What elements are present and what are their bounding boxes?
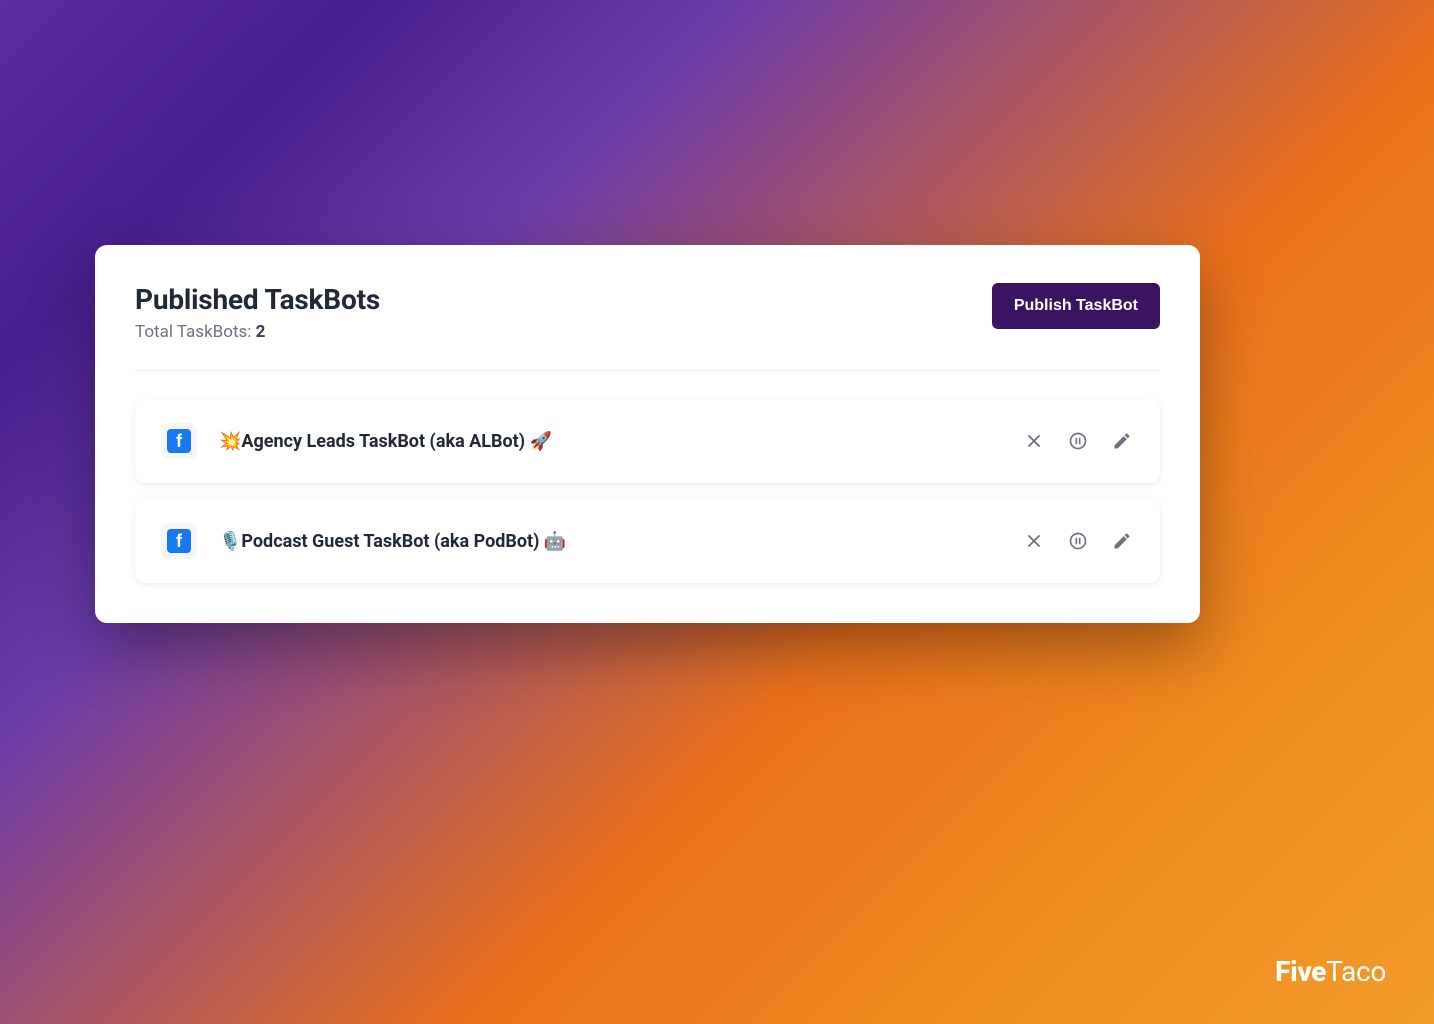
facebook-icon: f bbox=[161, 523, 197, 559]
publish-taskbot-button[interactable]: Publish TaskBot bbox=[992, 283, 1160, 329]
close-icon[interactable] bbox=[1022, 529, 1046, 553]
watermark-light: Taco bbox=[1326, 955, 1386, 988]
panel-header: Published TaskBots Total TaskBots: 2 Pub… bbox=[135, 283, 1160, 371]
facebook-icon-glyph: f bbox=[167, 529, 191, 553]
close-icon[interactable] bbox=[1022, 429, 1046, 453]
taskbot-row[interactable]: f 💥Agency Leads TaskBot (aka ALBot) 🚀 bbox=[135, 399, 1160, 483]
taskbots-panel: Published TaskBots Total TaskBots: 2 Pub… bbox=[95, 245, 1200, 623]
taskbot-row[interactable]: f 🎙️Podcast Guest TaskBot (aka PodBot) 🤖 bbox=[135, 499, 1160, 583]
taskbot-list: f 💥Agency Leads TaskBot (aka ALBot) 🚀 bbox=[135, 399, 1160, 583]
watermark: FiveTaco bbox=[1275, 955, 1386, 988]
edit-icon[interactable] bbox=[1110, 529, 1134, 553]
header-text-group: Published TaskBots Total TaskBots: 2 bbox=[135, 283, 380, 342]
taskbot-count: 2 bbox=[256, 322, 266, 342]
taskbot-actions bbox=[1022, 529, 1134, 553]
watermark-bold: Five bbox=[1275, 955, 1326, 988]
page-title: Published TaskBots bbox=[135, 283, 380, 316]
taskbot-name: 💥Agency Leads TaskBot (aka ALBot) 🚀 bbox=[219, 431, 1022, 452]
total-taskbots-label: Total TaskBots: 2 bbox=[135, 322, 380, 342]
pause-icon[interactable] bbox=[1066, 429, 1090, 453]
facebook-icon: f bbox=[161, 423, 197, 459]
pause-icon[interactable] bbox=[1066, 529, 1090, 553]
edit-icon[interactable] bbox=[1110, 429, 1134, 453]
taskbot-name: 🎙️Podcast Guest TaskBot (aka PodBot) 🤖 bbox=[219, 531, 1022, 552]
facebook-icon-glyph: f bbox=[167, 429, 191, 453]
taskbot-actions bbox=[1022, 429, 1134, 453]
subtitle-label: Total TaskBots: bbox=[135, 322, 256, 342]
